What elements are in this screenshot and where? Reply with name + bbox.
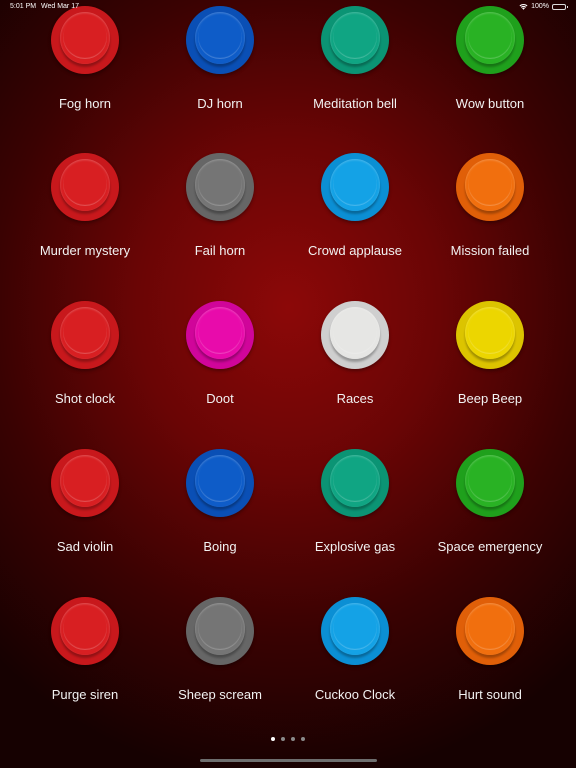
button-cap-icon (60, 603, 110, 655)
sound-label: Sad violin (56, 539, 114, 554)
sound-button[interactable] (186, 301, 254, 369)
button-cap-icon (330, 455, 380, 507)
status-right: 100% (519, 3, 568, 10)
sound-button[interactable] (51, 449, 119, 517)
sound-button-cell[interactable]: Beep Beep (423, 301, 558, 421)
sound-button-cell[interactable]: Meditation bell (288, 6, 423, 126)
sound-label: Crowd applause (308, 243, 402, 258)
sound-button-cell[interactable]: Fog horn (18, 6, 153, 126)
sound-button-cell[interactable]: Wow button (423, 6, 558, 126)
sound-button-cell[interactable]: Space emergency (423, 449, 558, 569)
sound-button-cell[interactable]: Murder mystery (18, 153, 153, 273)
button-cap-icon (195, 307, 245, 359)
status-time: 5:01 PM (10, 3, 37, 10)
button-cap-icon (195, 12, 245, 64)
sound-button[interactable] (321, 449, 389, 517)
sound-label: Hurt sound (458, 687, 522, 702)
home-indicator[interactable] (200, 759, 377, 762)
sound-button[interactable] (51, 153, 119, 221)
sound-label: Cuckoo Clock (314, 687, 396, 702)
sound-label: Boing (203, 539, 237, 554)
sound-button-cell[interactable]: Purge siren (18, 597, 153, 717)
button-cap-icon (60, 307, 110, 359)
sound-label: Races (336, 391, 374, 406)
sound-button-cell[interactable]: Doot (153, 301, 288, 421)
sound-button[interactable] (321, 301, 389, 369)
sound-label: Doot (206, 391, 234, 406)
sound-label: Meditation bell (313, 96, 397, 111)
button-cap-icon (330, 307, 380, 359)
sound-button-cell[interactable]: Explosive gas (288, 449, 423, 569)
sound-button[interactable] (321, 6, 389, 74)
button-cap-icon (60, 159, 110, 211)
page-dot[interactable] (291, 737, 295, 741)
sound-button[interactable] (321, 153, 389, 221)
button-cap-icon (195, 159, 245, 211)
sound-label: Fail horn (194, 243, 246, 258)
page-dot[interactable] (301, 737, 305, 741)
sound-button[interactable] (186, 597, 254, 665)
sound-button[interactable] (186, 6, 254, 74)
button-cap-icon (465, 159, 515, 211)
button-cap-icon (195, 455, 245, 507)
page-dot[interactable] (271, 737, 275, 741)
sound-button[interactable] (456, 449, 524, 517)
button-cap-icon (195, 603, 245, 655)
sound-button-cell[interactable]: Boing (153, 449, 288, 569)
sound-label: Shot clock (55, 391, 115, 406)
sound-label: Explosive gas (314, 539, 396, 554)
button-cap-icon (60, 455, 110, 507)
sound-button[interactable] (456, 597, 524, 665)
sound-button[interactable] (51, 597, 119, 665)
sound-button-cell[interactable]: Sad violin (18, 449, 153, 569)
sound-button-cell[interactable]: Races (288, 301, 423, 421)
sound-button-cell[interactable]: Fail horn (153, 153, 288, 273)
button-cap-icon (330, 159, 380, 211)
sound-button[interactable] (186, 449, 254, 517)
button-cap-icon (330, 603, 380, 655)
sound-button-cell[interactable]: Shot clock (18, 301, 153, 421)
sound-label: Fog horn (58, 96, 112, 111)
sound-button[interactable] (51, 301, 119, 369)
sound-button-cell[interactable]: Mission failed (423, 153, 558, 273)
wifi-icon (519, 3, 528, 10)
sound-button-cell[interactable]: Crowd applause (288, 153, 423, 273)
sound-button[interactable] (456, 153, 524, 221)
battery-percent: 100% (531, 3, 549, 10)
battery-icon (552, 3, 568, 10)
sound-button[interactable] (186, 153, 254, 221)
sound-button[interactable] (321, 597, 389, 665)
page-indicator[interactable] (0, 737, 576, 741)
sound-button[interactable] (456, 6, 524, 74)
button-cap-icon (465, 307, 515, 359)
sound-button-cell[interactable]: Sheep scream (153, 597, 288, 717)
button-cap-icon (465, 455, 515, 507)
button-cap-icon (465, 12, 515, 64)
button-cap-icon (465, 603, 515, 655)
sound-button[interactable] (51, 6, 119, 74)
page-dot[interactable] (281, 737, 285, 741)
sound-button-cell[interactable]: Hurt sound (423, 597, 558, 717)
button-cap-icon (60, 12, 110, 64)
sound-button[interactable] (456, 301, 524, 369)
sound-label: Space emergency (437, 539, 543, 554)
sound-label: DJ horn (197, 96, 243, 111)
sound-button-cell[interactable]: DJ horn (153, 6, 288, 126)
sound-label: Beep Beep (457, 391, 523, 406)
sound-label: Mission failed (450, 243, 530, 258)
sound-label: Wow button (455, 96, 525, 111)
sound-label: Sheep scream (178, 687, 262, 702)
sound-button-cell[interactable]: Cuckoo Clock (288, 597, 423, 717)
status-bar: 5:01 PM Wed Mar 17 100% (0, 0, 576, 14)
status-date: Wed Mar 17 (41, 3, 79, 10)
sound-label: Murder mystery (39, 243, 131, 258)
sound-label: Purge siren (51, 687, 119, 702)
button-cap-icon (330, 12, 380, 64)
sound-button-grid: Fog horn DJ horn Meditation bell Wow button… (0, 0, 576, 768)
